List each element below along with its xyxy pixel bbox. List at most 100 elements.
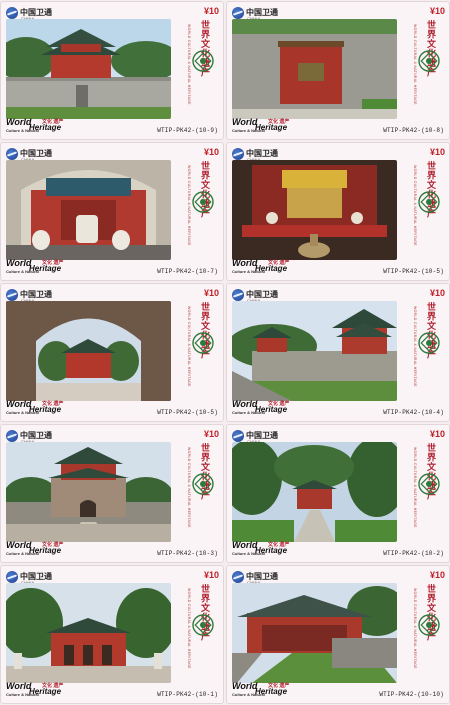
world-heritage-emblem-icon <box>418 473 440 495</box>
world-heritage-emblem-icon <box>418 332 440 354</box>
photo-scene-tree-avenue <box>232 442 397 542</box>
card-code: WTIP-PK42-(10-8) <box>383 127 444 134</box>
heritage-photo <box>6 442 171 542</box>
world-heritage-emblem-icon <box>192 614 214 636</box>
photo-scene-altar-vessels <box>6 160 171 260</box>
heritage-text-en: WORLD CULTURAL & NATURAL HERITAGE <box>413 588 417 669</box>
photo-scene-interior-altar <box>232 160 397 260</box>
photo-scene-screen-wall <box>232 19 397 119</box>
heritage-word-cn: 文化 遗产 <box>268 683 290 689</box>
world-heritage-logo: World Culture & Natural Heritage 文化 遗产 <box>232 681 289 699</box>
heritage-word-cn: 文化 遗产 <box>268 401 290 407</box>
globe-logo-icon <box>6 7 18 19</box>
photo-scene-red-gatehouse <box>6 583 171 683</box>
phonecard: 中国卫通 CHINA SATCOM ¥10 WORLD CULTURAL & N… <box>0 283 224 422</box>
heritage-word-cn: 文化 遗产 <box>42 542 64 548</box>
heritage-word-cn: 文化 遗产 <box>42 119 64 125</box>
china-satcom-logo: 中国卫通 CHINA SATCOM <box>6 6 52 26</box>
heritage-text-en: WORLD CULTURAL & NATURAL HERITAGE <box>413 165 417 246</box>
world-heritage-emblem-icon <box>192 191 214 213</box>
world-heritage-emblem-icon <box>192 50 214 72</box>
heritage-word-cn: 文化 遗产 <box>42 683 64 689</box>
world-word: World <box>6 399 32 409</box>
price-label: ¥10 <box>429 570 445 580</box>
world-heritage-logo: World Culture & Natural Heritage 文化 遗产 <box>6 681 63 699</box>
phonecard: 中国卫通 CHINA SATCOM ¥10 WORLD CULTURAL & N… <box>226 565 450 704</box>
world-heritage-emblem-icon <box>192 332 214 354</box>
card-code: WTIP-PK42-(10-4) <box>383 409 444 416</box>
world-heritage-logo: World Culture & Natural Heritage 文化 遗产 <box>6 540 63 558</box>
world-word: World <box>6 681 32 691</box>
phonecard: 中国卫通 CHINA SATCOM ¥10 WORLD CULTURAL & N… <box>226 283 450 422</box>
photo-scene-tower-gate <box>6 442 171 542</box>
heritage-photo <box>232 301 397 401</box>
world-word: World <box>232 540 258 550</box>
photo-scene-tunnel-gate <box>6 301 171 401</box>
china-satcom-logo: 中国卫通 CHINA SATCOM <box>6 147 52 167</box>
price-label: ¥10 <box>203 570 219 580</box>
globe-logo-icon <box>232 289 244 301</box>
heritage-text-en: WORLD CULTURAL & NATURAL HERITAGE <box>187 24 191 105</box>
china-satcom-logo: 中国卫通 CHINA SATCOM <box>232 147 278 167</box>
world-word: World <box>6 258 32 268</box>
phonecard-sheet: 中国卫通 CHINA SATCOM ¥10 WORLD CULTURAL & N… <box>0 0 450 705</box>
photo-scene-pavilion-on-wall <box>6 19 171 119</box>
heritage-text-en: WORLD CULTURAL & NATURAL HERITAGE <box>413 24 417 105</box>
world-heritage-logo: World Culture & Natural Heritage 文化 遗产 <box>232 117 289 135</box>
price-label: ¥10 <box>429 147 445 157</box>
card-code: WTIP-PK42-(10-1) <box>157 691 218 698</box>
china-satcom-logo: 中国卫通 CHINA SATCOM <box>232 6 278 26</box>
price-label: ¥10 <box>203 147 219 157</box>
heritage-photo <box>6 160 171 260</box>
price-label: ¥10 <box>429 288 445 298</box>
world-heritage-emblem-icon <box>192 473 214 495</box>
heritage-photo <box>6 583 171 683</box>
card-code: WTIP-PK42-(10-2) <box>383 550 444 557</box>
heritage-photo <box>6 301 171 401</box>
price-label: ¥10 <box>429 429 445 439</box>
globe-logo-icon <box>232 430 244 442</box>
heritage-text-en: WORLD CULTURAL & NATURAL HERITAGE <box>187 165 191 246</box>
heritage-word-cn: 文化 遗产 <box>42 260 64 266</box>
heritage-photo <box>232 19 397 119</box>
heritage-word-cn: 文化 遗产 <box>268 542 290 548</box>
heritage-photo <box>232 442 397 542</box>
heritage-word-cn: 文化 遗产 <box>42 401 64 407</box>
card-code: WTIP-PK42-(10-3) <box>157 550 218 557</box>
photo-scene-tower-on-wall <box>232 301 397 401</box>
world-heritage-emblem-icon <box>418 50 440 72</box>
heritage-photo <box>6 19 171 119</box>
world-word: World <box>6 117 32 127</box>
china-satcom-logo: 中国卫通 CHINA SATCOM <box>232 429 278 449</box>
heritage-text-en: WORLD CULTURAL & NATURAL HERITAGE <box>187 447 191 528</box>
world-heritage-logo: World Culture & Natural Heritage 文化 遗产 <box>232 540 289 558</box>
china-satcom-logo: 中国卫通 CHINA SATCOM <box>232 288 278 308</box>
phonecard: 中国卫通 CHINA SATCOM ¥10 WORLD CULTURAL & N… <box>0 1 224 140</box>
card-code: WTIP-PK42-(10-10) <box>379 691 444 698</box>
globe-logo-icon <box>232 571 244 583</box>
globe-logo-icon <box>6 430 18 442</box>
world-heritage-logo: World Culture & Natural Heritage 文化 遗产 <box>232 399 289 417</box>
heritage-photo <box>232 583 397 683</box>
heritage-text-en: WORLD CULTURAL & NATURAL HERITAGE <box>187 306 191 387</box>
globe-logo-icon <box>6 571 18 583</box>
china-satcom-logo: 中国卫通 CHINA SATCOM <box>232 570 278 590</box>
world-heritage-emblem-icon <box>418 614 440 636</box>
world-word: World <box>232 258 258 268</box>
heritage-text-en: WORLD CULTURAL & NATURAL HERITAGE <box>413 306 417 387</box>
globe-logo-icon <box>232 148 244 160</box>
heritage-word-cn: 文化 遗产 <box>268 260 290 266</box>
phonecard: 中国卫通 CHINA SATCOM ¥10 WORLD CULTURAL & N… <box>226 1 450 140</box>
world-heritage-logo: World Culture & Natural Heritage 文化 遗产 <box>6 117 63 135</box>
card-code: WTIP-PK42-(10-7) <box>157 268 218 275</box>
price-label: ¥10 <box>429 6 445 16</box>
phonecard: 中国卫通 CHINA SATCOM ¥10 WORLD CULTURAL & N… <box>226 424 450 563</box>
heritage-text-en: WORLD CULTURAL & NATURAL HERITAGE <box>187 588 191 669</box>
world-heritage-logo: World Culture & Natural Heritage 文化 遗产 <box>6 399 63 417</box>
world-word: World <box>232 117 258 127</box>
heritage-photo <box>232 160 397 260</box>
phonecard: 中国卫通 CHINA SATCOM ¥10 WORLD CULTURAL & N… <box>0 142 224 281</box>
price-label: ¥10 <box>203 288 219 298</box>
price-label: ¥10 <box>203 429 219 439</box>
phonecard: 中国卫通 CHINA SATCOM ¥10 WORLD CULTURAL & N… <box>0 565 224 704</box>
